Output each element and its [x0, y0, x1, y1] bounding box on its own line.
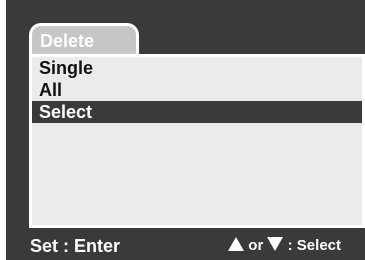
down-triangle-icon [267, 237, 284, 251]
select-hint-text: : Select [287, 237, 341, 254]
up-triangle-icon [228, 237, 245, 251]
navigate-hint: or : Select [228, 234, 341, 258]
delete-menu-panel: Single All Select [29, 54, 365, 228]
menu-item-select[interactable]: Select [32, 101, 362, 123]
or-text: or [248, 237, 264, 254]
set-enter-hint: Set : Enter [30, 236, 121, 256]
menu-item-single[interactable]: Single [32, 57, 362, 79]
footer-hints: Set : Enter or : Select [6, 234, 365, 258]
menu-item-all[interactable]: All [32, 79, 362, 101]
camera-screen: Delete Single All Select Set : Enter or … [6, 0, 365, 260]
tab-delete[interactable]: Delete [29, 23, 139, 56]
